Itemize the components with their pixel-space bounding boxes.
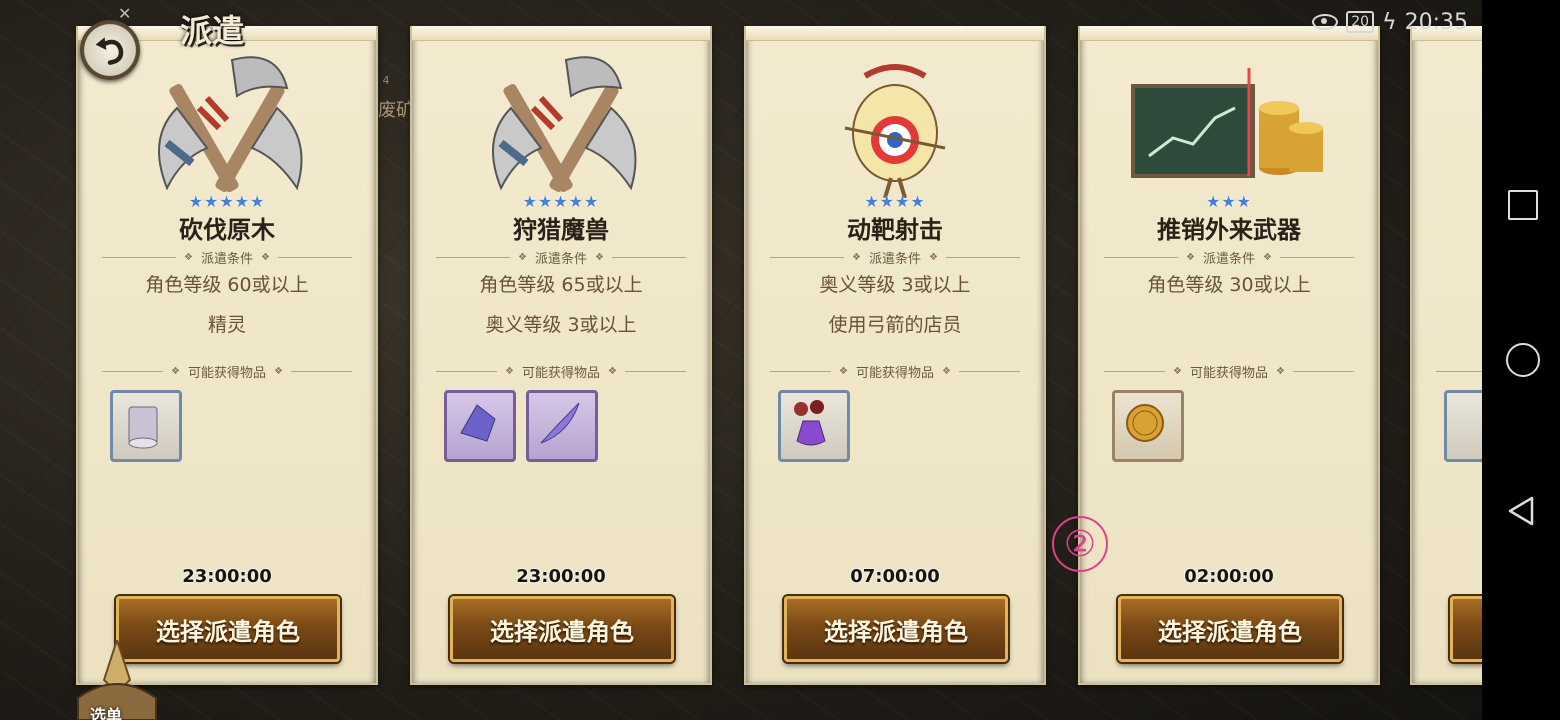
clock: 20:35 [1404, 9, 1468, 35]
rewards-divider: ❖ 可能获得物品 ❖ [436, 364, 687, 381]
dispatch-card-2[interactable]: ★★★★★ 狩猎魔兽 ❖ 派遣条件 ❖ 角色等级 65或以上 奥义等级 3或以上 ❖… [410, 26, 712, 685]
rewards-divider: ❖ 可能获得物品 ❖ [770, 364, 1021, 381]
reward-item-potion[interactable] [778, 390, 850, 462]
annotation-marker: ② [1052, 516, 1108, 572]
background-map-label: 废矿 [378, 100, 414, 121]
dispatch-card-4[interactable]: ★★★ 推销外来武器 ❖ 派遣条件 ❖ 角色等级 30或以上 ❖ 可能获得物品 ❖ 02… [1078, 26, 1380, 685]
card-title: 狩猎魔兽 [513, 216, 609, 244]
back-button[interactable] [80, 20, 140, 80]
target-dummy-icon [844, 64, 946, 198]
square-recents-icon[interactable] [1508, 190, 1538, 220]
rarity-stars: ★★★ [1205, 192, 1253, 211]
dispatch-card-1[interactable]: ★★★★★ 砍伐原木 ❖ 派遣条件 ❖ 角色等级 60或以上 精灵 ❖ 可能获得物品 ❖… [76, 26, 378, 685]
select-character-button[interactable]: 选择派遣角色 [784, 596, 1008, 662]
requirement-2: 精灵 [207, 314, 246, 336]
dispatch-timer: 07:00:00 [850, 566, 940, 587]
conditions-divider: ❖ 派遣条件 ❖ [1104, 250, 1355, 267]
crossed-axes-icon [492, 56, 637, 192]
select-character-button[interactable]: 选择派遣角色 [450, 596, 674, 662]
page-title: 派遣 [180, 12, 245, 50]
rarity-stars: ★★★★★ [188, 192, 266, 211]
rarity-stars: ★★★★★ [522, 192, 600, 211]
wifi-off-icon: ✕ [118, 4, 132, 23]
dispatch-card-3[interactable]: ★★★★ 动靶射击 ❖ 派遣条件 ❖ 奥义等级 3或以上 使用弓箭的店员 ❖ 可能获得… [744, 26, 1046, 685]
chart-and-coins-icon [1131, 68, 1323, 178]
dispatch-timer: 23:00:00 [516, 566, 606, 587]
log-icon [128, 406, 158, 449]
menu-button[interactable]: 选单 [72, 636, 162, 720]
rarity-stars: ★★★★ [864, 192, 926, 211]
card-title: 动靶射击 [847, 216, 943, 244]
charging-icon: ϟ [1382, 9, 1397, 35]
battery-level: 20 [1346, 11, 1375, 33]
dispatch-card-5-partial[interactable] [1410, 26, 1482, 685]
requirement-2: 使用弓箭的店员 [828, 314, 962, 336]
card-title: 砍伐原木 [179, 216, 275, 244]
requirement-1: 奥义等级 3或以上 [819, 274, 971, 296]
eye-comfort-icon [1312, 14, 1339, 30]
reward-item-log[interactable] [110, 390, 182, 462]
undo-arrow-icon [95, 37, 124, 65]
card-title: 推销外来武器 [1157, 216, 1301, 244]
requirement-1: 角色等级 60或以上 [145, 274, 309, 296]
reward-item-shard[interactable] [444, 390, 516, 462]
dispatch-timer: 23:00:00 [182, 566, 272, 587]
menu-label: 选单 [90, 706, 123, 720]
feather-icon [540, 402, 580, 444]
select-character-button[interactable]: 选择派遣角色 [1118, 596, 1342, 662]
circle-home-icon[interactable] [1506, 343, 1540, 377]
potion-bottle-icon [794, 400, 826, 446]
status-bar: 20 ϟ 20:35 [1312, 8, 1468, 36]
rewards-divider [1436, 364, 1482, 378]
select-character-button[interactable] [1450, 596, 1482, 662]
game-area: 废矿 5 4 ★★★★★ 砍伐原木 ❖ 派遣条件 ❖ 角色等级 60或以上 精灵 ❖… [0, 0, 1482, 720]
reward-item-coin[interactable] [1112, 390, 1184, 462]
android-nav-bar [1482, 0, 1560, 720]
rewards-divider: ❖ 可能获得物品 ❖ [102, 364, 353, 381]
requirement-2: 奥义等级 3或以上 [485, 314, 637, 336]
reward-item-partial[interactable] [1444, 390, 1482, 462]
crossed-axes-icon [158, 56, 303, 192]
gold-coin-icon [1126, 404, 1164, 442]
rewards-divider: ❖ 可能获得物品 ❖ [1104, 364, 1355, 381]
crystal-shard-icon [460, 404, 496, 442]
conditions-divider: ❖ 派遣条件 ❖ [102, 250, 353, 267]
conditions-divider: ❖ 派遣条件 ❖ [770, 250, 1021, 267]
requirement-1: 角色等级 30或以上 [1147, 274, 1311, 296]
conditions-divider: ❖ 派遣条件 ❖ [436, 250, 687, 267]
requirement-1: 角色等级 65或以上 [479, 274, 643, 296]
reward-item-feather[interactable] [526, 390, 598, 462]
triangle-back-icon[interactable] [1504, 494, 1538, 528]
dispatch-timer: 02:00:00 [1184, 566, 1274, 587]
